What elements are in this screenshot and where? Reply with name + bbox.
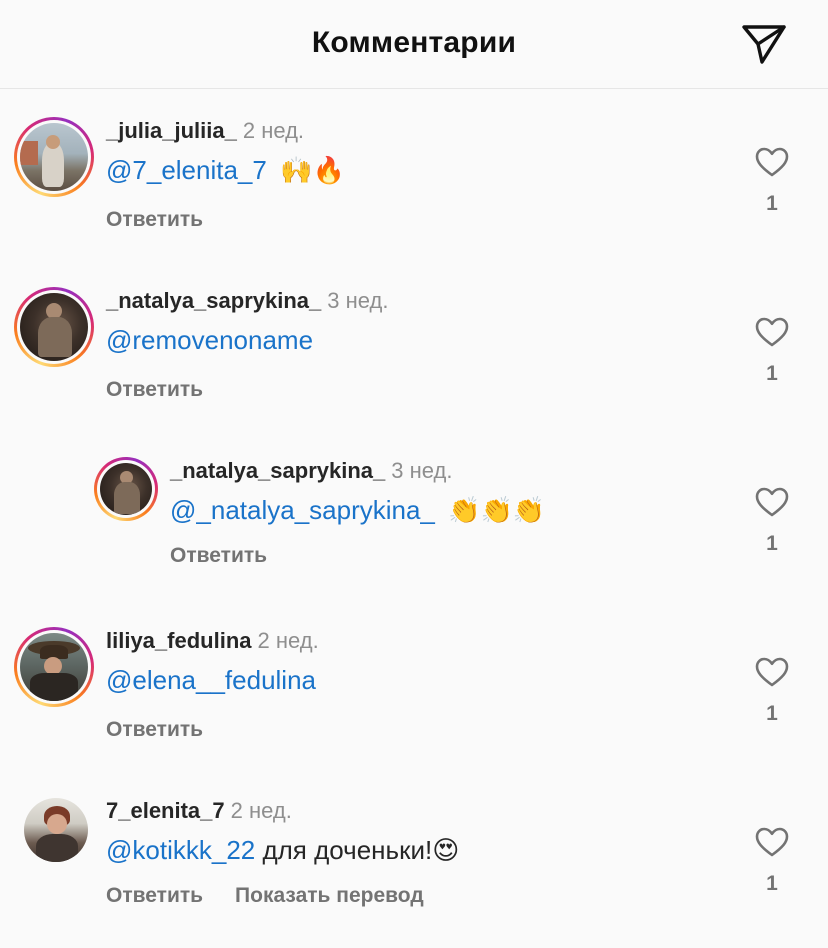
comment-emoji: 😍: [432, 836, 460, 866]
reply-button[interactable]: Ответить: [106, 884, 203, 907]
like-count: 1: [766, 702, 778, 725]
like-button[interactable]: [746, 142, 798, 182]
like-count: 1: [766, 192, 778, 215]
like-button[interactable]: [746, 822, 798, 862]
like-count: 1: [766, 532, 778, 555]
avatar[interactable]: [14, 287, 94, 367]
mention-link[interactable]: @_natalya_saprykina_: [170, 495, 435, 525]
username[interactable]: _julia_juliia_: [106, 118, 237, 143]
heart-icon: [755, 317, 789, 347]
reply-button[interactable]: Ответить: [170, 544, 267, 567]
mention-link[interactable]: @elena__fedulina: [106, 665, 316, 695]
avatar[interactable]: [94, 457, 158, 521]
avatar[interactable]: [14, 117, 94, 197]
like-count: 1: [766, 362, 778, 385]
paper-plane-icon: [742, 25, 786, 64]
mention-link[interactable]: @kotikkk_22: [106, 835, 255, 865]
comment-emoji: 👏👏👏: [448, 496, 546, 526]
comment-time: 2 нед.: [257, 628, 319, 653]
show-translation-button[interactable]: Показать перевод: [235, 884, 424, 907]
comment-text: для доченьки!: [262, 835, 433, 865]
like-button[interactable]: [746, 312, 798, 352]
like-button[interactable]: [746, 652, 798, 692]
header: Комментарии: [0, 0, 828, 89]
like-count: 1: [766, 872, 778, 895]
mention-link[interactable]: @7_elenita_7: [106, 155, 267, 185]
username[interactable]: _natalya_saprykina_: [106, 288, 321, 313]
reply-button[interactable]: Ответить: [106, 718, 203, 741]
username[interactable]: _natalya_saprykina_: [170, 458, 385, 483]
comment-time: 2 нед.: [242, 118, 305, 143]
mention-link[interactable]: @removenoname: [106, 325, 313, 355]
heart-icon: [755, 827, 789, 857]
heart-icon: [755, 147, 789, 177]
username[interactable]: 7_elenita_7: [106, 798, 225, 823]
reply-button[interactable]: Ответить: [106, 208, 203, 231]
comment-time: 3 нед.: [327, 288, 389, 313]
comment-time: 2 нед.: [230, 798, 292, 823]
heart-icon: [755, 657, 789, 687]
avatar[interactable]: [14, 627, 94, 707]
page-title: Комментарии: [311, 26, 517, 59]
comment-emoji: 🙌🔥: [280, 156, 345, 186]
like-button[interactable]: [746, 482, 798, 522]
comment-time: 3 нед.: [391, 458, 453, 483]
share-button[interactable]: [738, 20, 790, 68]
heart-icon: [755, 487, 789, 517]
username[interactable]: liliya_fedulina: [106, 628, 252, 653]
avatar[interactable]: [24, 798, 88, 862]
reply-button[interactable]: Ответить: [106, 378, 203, 401]
